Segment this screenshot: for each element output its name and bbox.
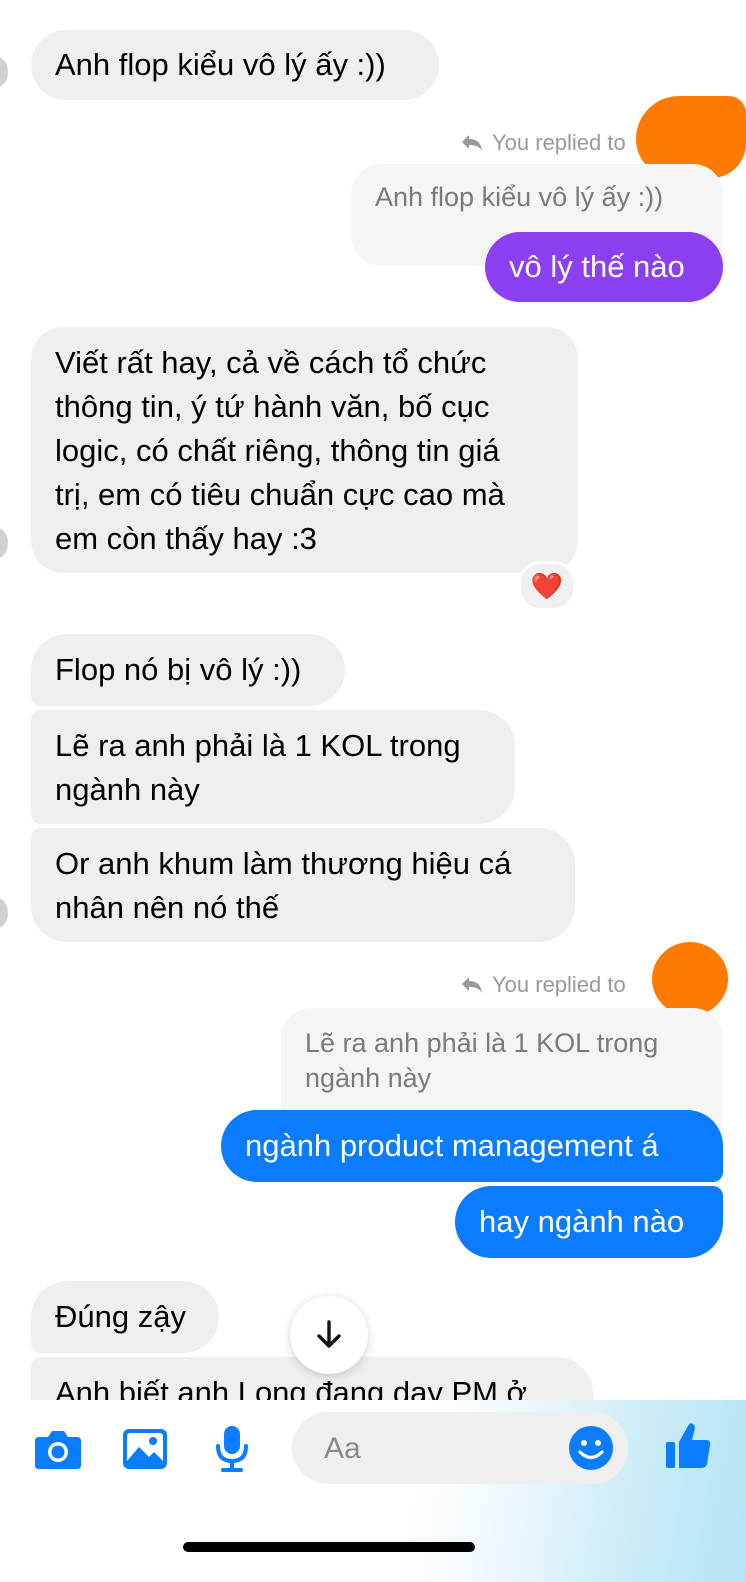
message-input[interactable]	[322, 1426, 556, 1472]
redacted-name	[652, 942, 728, 1016]
incoming-message[interactable]: Lẽ ra anh phải là 1 KOL trong ngành này	[31, 710, 515, 824]
image-icon	[123, 1429, 167, 1469]
gallery-button[interactable]	[122, 1428, 168, 1475]
outgoing-message[interactable]: vô lý thế nào	[485, 232, 723, 302]
incoming-message[interactable]: Anh flop kiểu vô lý ấy :))	[31, 30, 439, 100]
home-indicator	[183, 1542, 475, 1552]
microphone-icon	[216, 1426, 248, 1472]
contact-avatar[interactable]	[0, 528, 8, 558]
replied-indicator: You replied to	[460, 972, 626, 998]
replied-label: You replied to	[492, 130, 626, 155]
thumbs-up-icon	[666, 1423, 711, 1468]
voice-button[interactable]	[214, 1424, 250, 1479]
camera-button[interactable]	[33, 1428, 83, 1475]
outgoing-message[interactable]: ngành product management á	[221, 1110, 723, 1182]
reply-arrow-icon	[462, 135, 482, 151]
heart-icon: ❤️	[530, 571, 564, 601]
reaction-badge[interactable]: ❤️	[518, 561, 576, 611]
replied-label: You replied to	[492, 972, 626, 997]
incoming-message[interactable]: Or anh khum làm thương hiệu cá nhân nên …	[31, 828, 575, 942]
outgoing-message[interactable]: hay ngành nào	[455, 1186, 723, 1258]
message-thread[interactable]: Anh flop kiểu vô lý ấy :)) You replied t…	[0, 0, 746, 1410]
incoming-message[interactable]: Đúng zậy	[31, 1281, 219, 1353]
scroll-to-bottom-button[interactable]	[290, 1296, 368, 1374]
camera-icon	[35, 1431, 81, 1469]
incoming-message[interactable]: Flop nó bị vô lý :))	[31, 634, 345, 706]
replied-indicator: You replied to	[460, 130, 626, 156]
emoji-icon	[569, 1426, 613, 1470]
message-input-container[interactable]	[292, 1412, 628, 1484]
message-composer	[0, 1400, 746, 1582]
arrow-down-icon	[317, 1320, 341, 1348]
contact-avatar[interactable]	[0, 57, 8, 87]
contact-avatar[interactable]	[0, 898, 8, 928]
incoming-message[interactable]: Viết rất hay, cả về cách tổ chức thông t…	[31, 327, 578, 573]
like-button[interactable]	[664, 1420, 712, 1475]
emoji-button[interactable]	[568, 1425, 614, 1476]
reply-arrow-icon	[462, 977, 482, 993]
